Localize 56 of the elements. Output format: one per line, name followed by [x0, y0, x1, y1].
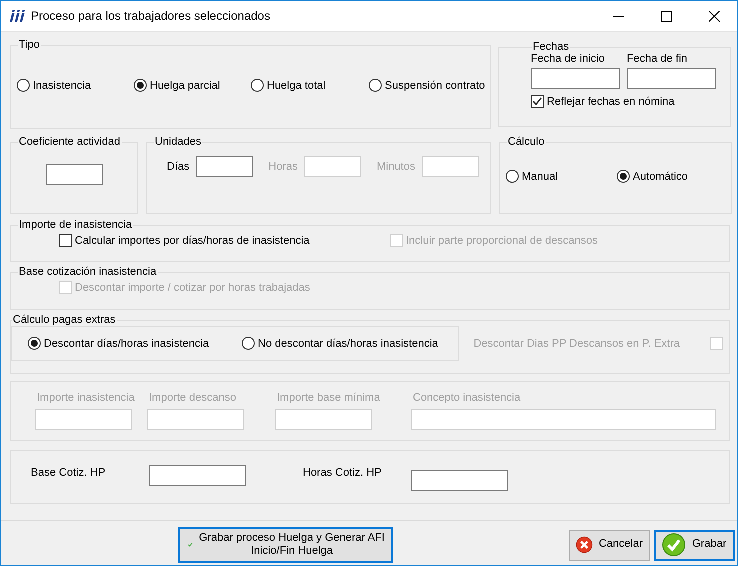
- close-icon[interactable]: [709, 10, 720, 22]
- field-label: Importe inasistencia: [37, 392, 135, 404]
- checkbox-label: Incluir parte proporcional de descansos: [406, 234, 598, 246]
- field-label: Horas: [268, 160, 298, 172]
- logo-icon: [10, 9, 26, 23]
- date-field[interactable]: [627, 68, 716, 89]
- radio-label: Suspensión contrato: [385, 80, 486, 92]
- action-button[interactable]: Cancelar: [569, 530, 650, 560]
- field-label: Concepto inasistencia: [413, 392, 521, 404]
- radio-label: Inasistencia: [33, 80, 92, 92]
- radio-label: Automático: [633, 170, 688, 182]
- field-label: Fecha de inicio: [531, 53, 606, 65]
- input-field[interactable]: [46, 164, 102, 185]
- group-label: Importe de inasistencia: [18, 219, 134, 231]
- field-label: Minutos: [376, 160, 416, 172]
- checkbox[interactable]: [531, 95, 544, 108]
- group-label: Unidades: [154, 136, 202, 148]
- group-label: Cálculo: [507, 136, 546, 148]
- input-field[interactable]: [196, 156, 253, 177]
- input-field[interactable]: [411, 470, 508, 491]
- checkbox-label: Descontar importe / cotizar por horas trabajadas: [75, 282, 310, 294]
- radio-button[interactable]: [17, 79, 30, 92]
- action-button[interactable]: Grabar proceso Huelga y Generar AFI Inicio/Fin Huelga: [178, 527, 393, 563]
- date-field[interactable]: [531, 68, 620, 89]
- checkbox-label: Calcular importes por días/horas de inasistencia: [75, 234, 310, 246]
- window-title: Proceso para los trabajadores seleccionados: [31, 9, 270, 23]
- group-label: Tipo: [18, 39, 41, 51]
- group-label: Base cotización inasistencia: [18, 266, 158, 278]
- radio-button[interactable]: [28, 337, 41, 350]
- group-label: Cálculo pagas extras: [12, 314, 117, 326]
- field-label: Base Cotiz. HP: [31, 467, 107, 479]
- group-label: Fechas: [532, 41, 570, 53]
- radio-label: Manual: [522, 170, 558, 182]
- field-label: Importe descanso: [149, 392, 236, 404]
- radio-button[interactable]: [369, 79, 382, 92]
- radio-label: Huelga parcial: [150, 80, 220, 92]
- field-label: Importe base mínima: [277, 392, 380, 404]
- group-label: Coeficiente actividad: [18, 136, 122, 148]
- radio-button[interactable]: [134, 79, 147, 92]
- radio-button[interactable]: [251, 79, 264, 92]
- field-label: Horas Cotiz. HP: [303, 467, 383, 479]
- checkbox[interactable]: [59, 234, 72, 247]
- field-label: Fecha de fin: [627, 53, 689, 65]
- radio-label: No descontar días/horas inasistencia: [258, 338, 438, 350]
- radio-button[interactable]: [506, 170, 519, 183]
- radio-label: Huelga total: [267, 80, 326, 92]
- field-label: Días: [167, 160, 190, 172]
- check-circle-icon: [662, 533, 686, 557]
- radio-button[interactable]: [242, 337, 255, 350]
- input-field[interactable]: [149, 465, 246, 486]
- maximize-icon[interactable]: [661, 10, 672, 22]
- radio-label: Descontar días/horas inasistencia: [44, 338, 210, 350]
- radio-button[interactable]: [617, 170, 630, 183]
- action-button[interactable]: Grabar: [654, 530, 735, 560]
- checkbox-label: Reflejar fechas en nómina: [547, 96, 675, 108]
- checkbox-label: Descontar Dias PP Descansos en P. Extra: [474, 338, 680, 350]
